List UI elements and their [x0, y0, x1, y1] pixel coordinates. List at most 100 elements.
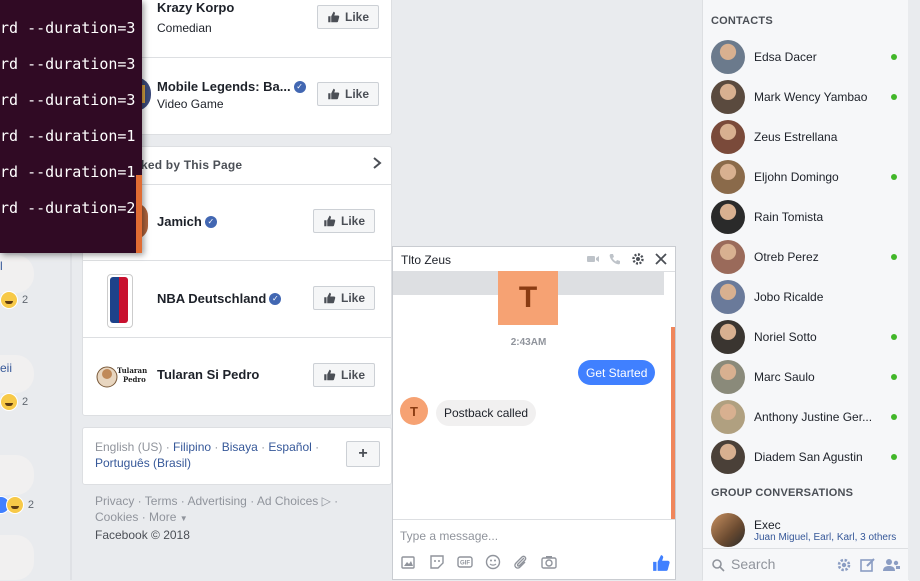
chevron-right-icon[interactable]: [370, 156, 384, 170]
chat-header[interactable]: Tlto Zeus: [393, 247, 675, 272]
contact-item[interactable]: Jobo Ricalde: [703, 277, 909, 317]
reaction-summary[interactable]: 2: [0, 496, 34, 514]
feed-comment-text: eii: [0, 361, 13, 375]
message-input[interactable]: Type a message...: [400, 529, 498, 543]
footer-link-ad-choices[interactable]: Ad Choices: [257, 494, 318, 508]
online-status-icon: [891, 334, 897, 340]
camera-icon[interactable]: [541, 554, 557, 570]
contact-item[interactable]: Mark Wency Yambao: [703, 77, 909, 117]
liked-by-page-title[interactable]: ked by This Page: [141, 158, 242, 172]
like-button[interactable]: Like: [313, 363, 375, 387]
chat-profile-avatar[interactable]: T: [498, 271, 558, 325]
chat-title[interactable]: Tlto Zeus: [401, 253, 451, 267]
footer-link-privacy[interactable]: Privacy: [95, 494, 134, 508]
gear-icon[interactable]: [836, 557, 852, 573]
message-timestamp: 2:43AM: [510, 337, 547, 348]
sidebar-search-input[interactable]: Search: [731, 556, 775, 572]
sidebar-scrollbar[interactable]: [908, 0, 920, 580]
reaction-summary[interactable]: 2: [0, 393, 34, 411]
terminal-line: rd --duration=3: [0, 91, 136, 109]
terminal-window[interactable]: rd --duration=3 rd --duration=3 rd --dur…: [0, 0, 142, 253]
language-link-espanol[interactable]: Español: [268, 440, 311, 454]
page-item-tularan-si-pedro[interactable]: Tularan Si Pedro: [157, 366, 259, 384]
verified-badge-icon: ✓: [269, 292, 282, 305]
sent-message-bubble[interactable]: Get Started: [578, 360, 656, 385]
received-message-bubble[interactable]: Postback called: [436, 400, 537, 426]
page-name[interactable]: NBA Deutschland: [157, 291, 266, 306]
photo-icon[interactable]: [401, 554, 417, 570]
language-link-bisaya[interactable]: Bisaya: [222, 440, 258, 454]
caret-down-icon: ▼: [179, 514, 188, 523]
sidebar-search-bar: Search: [703, 548, 909, 581]
group-name: Exec: [754, 517, 781, 532]
contact-item[interactable]: Zeus Estrellana: [703, 117, 909, 157]
page-name[interactable]: Mobile Legends: Ba...: [157, 79, 291, 94]
page-item-jamich[interactable]: Jamich ✓: [157, 214, 217, 229]
avatar: [711, 400, 745, 434]
footer-link-more[interactable]: More: [149, 510, 176, 524]
language-link-portugues[interactable]: Português (Brasil): [95, 456, 191, 470]
compose-icon[interactable]: [860, 557, 876, 573]
contact-name: Diadem San Agustin: [754, 450, 863, 464]
contact-item[interactable]: Edsa Dacer: [703, 37, 909, 77]
contact-item[interactable]: Marc Saulo: [703, 357, 909, 397]
tularan-logo[interactable]: Tularan Si Pedro: [93, 357, 158, 393]
phone-call-icon[interactable]: [608, 252, 622, 266]
avatar: [711, 160, 745, 194]
attachment-icon[interactable]: [513, 554, 529, 570]
new-group-icon[interactable]: [883, 557, 901, 573]
sticker-icon[interactable]: [429, 554, 445, 570]
video-call-icon[interactable]: [586, 252, 600, 266]
contact-item[interactable]: Anthony Justine Ger...: [703, 397, 909, 437]
online-status-icon: [891, 454, 897, 460]
contact-item[interactable]: Eljohn Domingo: [703, 157, 909, 197]
page-item-krazy-korpo[interactable]: Krazy Korpo Comedian: [157, 0, 234, 35]
footer-link-advertising[interactable]: Advertising: [187, 494, 246, 508]
emoji-icon[interactable]: [485, 554, 501, 570]
add-language-button[interactable]: +: [346, 441, 380, 467]
gif-icon[interactable]: GIF: [457, 554, 473, 570]
contact-item[interactable]: Diadem San Agustin: [703, 437, 909, 477]
like-button[interactable]: Like: [313, 286, 375, 310]
like-button[interactable]: Like: [313, 209, 375, 233]
language-link-filipino[interactable]: Filipino: [173, 440, 211, 454]
contact-item[interactable]: Rain Tomista: [703, 197, 909, 237]
footer-link-terms[interactable]: Terms: [145, 494, 178, 508]
page-name[interactable]: Jamich: [157, 214, 202, 229]
page-category: Comedian: [157, 21, 212, 35]
page-item-nba-deutschland[interactable]: NBA Deutschland ✓: [157, 291, 282, 306]
terminal-line: rd --duration=2: [0, 199, 136, 217]
contact-item[interactable]: Noriel Sotto: [703, 317, 909, 357]
svg-text:Tularan Si: Tularan Si: [117, 366, 149, 375]
thumbs-up-send-icon[interactable]: [652, 554, 670, 572]
contact-name: Edsa Dacer: [754, 50, 817, 64]
online-status-icon: [891, 374, 897, 380]
contact-item[interactable]: Otreb Perez: [703, 237, 909, 277]
group-conversations-title: GROUP CONVERSATIONS: [711, 487, 854, 499]
nba-logo[interactable]: [107, 274, 133, 328]
verified-badge-icon: ✓: [293, 80, 306, 93]
divider: [83, 337, 391, 338]
contact-name: Mark Wency Yambao: [754, 90, 868, 104]
close-icon[interactable]: [654, 252, 668, 266]
divider: [393, 519, 675, 520]
thumbs-up-icon: [324, 369, 336, 381]
page-item-mobile-legends[interactable]: Mobile Legends: Ba... ✓ Video Game: [157, 79, 306, 111]
contact-name: Zeus Estrellana: [754, 130, 838, 144]
terminal-scrollbar[interactable]: [136, 175, 142, 253]
page-name[interactable]: Krazy Korpo: [157, 0, 234, 15]
chat-scrollbar[interactable]: [671, 327, 675, 519]
like-button[interactable]: Like: [317, 82, 379, 106]
like-button[interactable]: Like: [317, 5, 379, 29]
copyright: Facebook © 2018: [95, 528, 190, 542]
page-name[interactable]: Tularan Si Pedro: [157, 367, 259, 382]
avatar: [711, 80, 745, 114]
contact-name: Rain Tomista: [754, 210, 824, 224]
page-footer: Privacy · Terms · Advertising · Ad Choic…: [95, 494, 339, 542]
reaction-summary[interactable]: 2: [0, 291, 34, 309]
terminal-line: rd --duration=1: [0, 163, 136, 181]
gear-icon[interactable]: [631, 252, 645, 266]
sender-avatar[interactable]: T: [400, 397, 428, 425]
footer-link-cookies[interactable]: Cookies: [95, 510, 138, 524]
group-conversation-item[interactable]: Exec Juan Miguel, Earl, Karl, 3 others: [703, 510, 909, 550]
